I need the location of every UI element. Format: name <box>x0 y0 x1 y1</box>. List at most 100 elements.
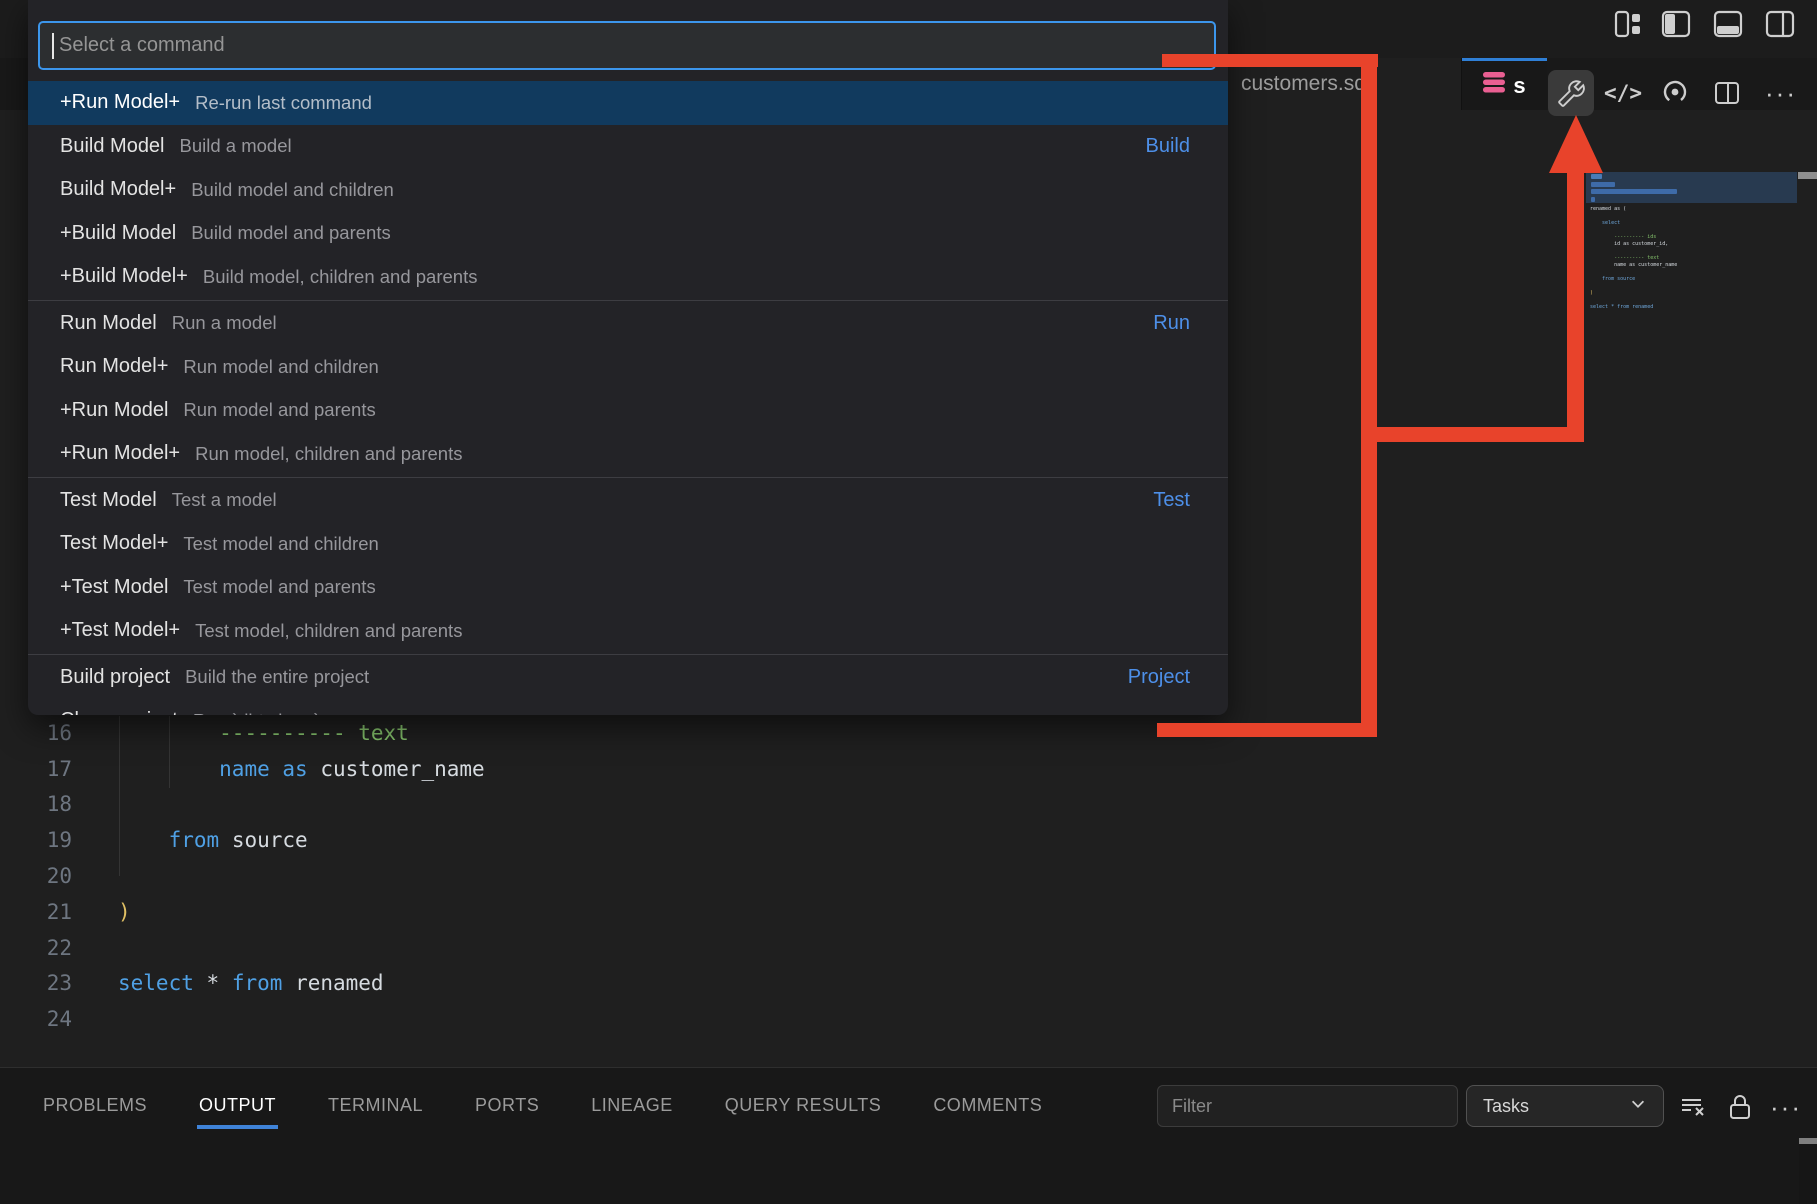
command-group-tag: Build <box>1146 135 1190 158</box>
command-item[interactable]: Build projectBuild the entire projectPro… <box>28 656 1228 700</box>
command-title: +Build Model+ <box>60 265 188 288</box>
tab-label: s <box>1513 73 1525 99</box>
line-number: 19 <box>0 828 72 852</box>
code-line: 16 ---------- text <box>0 715 1200 751</box>
command-item[interactable]: Run ModelRun a modelRun <box>28 302 1228 346</box>
command-item[interactable]: +Build ModelBuild model and parents <box>28 212 1228 256</box>
tasks-dropdown[interactable]: Tasks <box>1466 1085 1664 1127</box>
command-description: Test a model <box>172 489 277 511</box>
tasks-label: Tasks <box>1483 1096 1529 1117</box>
minimap-line <box>1590 227 1677 234</box>
command-item[interactable]: Test Model+Test model and children <box>28 522 1228 566</box>
editor-scrollbar[interactable] <box>1798 172 1817 179</box>
command-title: +Test Model+ <box>60 619 180 642</box>
code-text: ---------- text <box>118 721 409 745</box>
code-line: 22 <box>0 930 1200 966</box>
line-number: 16 <box>0 721 72 745</box>
command-item[interactable]: +Test Model+ Test model, children and par… <box>28 609 1228 653</box>
command-item[interactable]: +Test ModelTest model and parents <box>28 566 1228 610</box>
line-number: 23 <box>0 971 72 995</box>
toggle-panel-icon[interactable] <box>1711 8 1745 40</box>
panel-tab-comments[interactable]: COMMENTS <box>931 1083 1044 1129</box>
command-description: Run `dbt clean` <box>193 710 319 715</box>
command-title: Run Model+ <box>60 355 168 378</box>
toggle-secondary-sidebar-icon[interactable] <box>1763 8 1797 40</box>
minimap-line <box>1590 283 1677 290</box>
command-item[interactable]: Build ModelBuild a modelBuild <box>28 125 1228 169</box>
panel-tab-output[interactable]: OUTPUT <box>197 1083 278 1129</box>
code-editor[interactable]: 16 ---------- text17 name as customer_na… <box>0 715 1200 1037</box>
panel-tab-ports[interactable]: PORTS <box>473 1083 541 1129</box>
minimap-line: ---------- text <box>1590 255 1677 262</box>
panel-scrollbar-track <box>1799 1138 1817 1204</box>
code-line: 19 from source <box>0 822 1200 858</box>
panel-tab-terminal[interactable]: TERMINAL <box>326 1083 425 1129</box>
command-item[interactable]: Build Model+Build model and children <box>28 168 1228 212</box>
command-description: Run model and children <box>183 356 378 378</box>
annotation-arrow-bottom-segment <box>1157 723 1377 737</box>
minimap-line <box>1590 269 1677 276</box>
command-item[interactable]: Test ModelTest a modelTest <box>28 479 1228 523</box>
command-item[interactable]: Run Model+ Run model and children <box>28 345 1228 389</box>
more-actions-icon[interactable]: ··· <box>1756 70 1806 116</box>
customize-layout-icon[interactable] <box>1611 8 1645 40</box>
command-group-tag: Test <box>1153 489 1190 512</box>
database-icon <box>1483 71 1505 100</box>
command-description: Run a model <box>172 312 277 334</box>
toggle-primary-sidebar-icon[interactable] <box>1659 8 1693 40</box>
wrench-icon[interactable] <box>1548 70 1594 116</box>
line-number: 21 <box>0 900 72 924</box>
minimap-line <box>1590 213 1677 220</box>
command-title: +Run Model+ <box>60 442 180 465</box>
bottom-panel: PROBLEMS OUTPUT TERMINAL PORTS LINEAGE QUERY … <box>0 1067 1817 1204</box>
command-item[interactable]: +Run Model+Re-run last command <box>28 81 1228 125</box>
minimap-line: ) <box>1590 290 1677 297</box>
lock-icon[interactable] <box>1722 1090 1758 1124</box>
command-description: Test model, children and parents <box>195 620 462 642</box>
panel-tab-lineage[interactable]: LINEAGE <box>589 1083 675 1129</box>
minimap-line <box>1590 248 1677 255</box>
minimap[interactable]: renamed as ( select ---------- ids id as… <box>1590 206 1677 311</box>
code-line: 18 <box>0 787 1200 823</box>
command-item[interactable]: Clean projectRun `dbt clean` <box>28 699 1228 715</box>
command-title: Build project <box>60 666 170 689</box>
indent-guide <box>119 716 120 876</box>
command-description: Test model and parents <box>183 576 375 598</box>
line-number: 18 <box>0 792 72 816</box>
command-title: +Run Model+ <box>60 91 180 114</box>
panel-tab-problems[interactable]: PROBLEMS <box>41 1083 149 1129</box>
panel-tab-query-results[interactable]: QUERY RESULTS <box>723 1083 884 1129</box>
preview-icon[interactable] <box>1652 70 1698 116</box>
command-list: +Run Model+Re-run last command Build Mode… <box>28 81 1228 715</box>
text-caret <box>52 33 54 59</box>
split-editor-icon[interactable] <box>1704 70 1750 116</box>
annotation-arrow-branch-segment <box>1367 427 1577 442</box>
command-item[interactable]: +Build Model+Build model, children and p… <box>28 255 1228 299</box>
command-item[interactable]: +Run Model+Run model, children and paren… <box>28 432 1228 476</box>
code-line: 23select * from renamed <box>0 966 1200 1002</box>
command-input[interactable] <box>57 33 1214 58</box>
minimap-selection <box>1586 172 1797 203</box>
panel-scrollbar[interactable] <box>1799 1138 1817 1144</box>
panel-tab-bar: PROBLEMS OUTPUT TERMINAL PORTS LINEAGE QUERY … <box>41 1083 1044 1129</box>
compile-code-icon[interactable]: </> <box>1600 70 1646 116</box>
line-number: 20 <box>0 864 72 888</box>
minimap-line <box>1590 297 1677 304</box>
tab-active-file[interactable]: s <box>1462 58 1547 110</box>
clear-output-icon[interactable] <box>1675 1090 1711 1124</box>
more-icon[interactable]: ··· <box>1768 1090 1804 1124</box>
command-title: Build Model <box>60 135 165 158</box>
code-line: 17 name as customer_name <box>0 751 1200 787</box>
annotation-arrowhead <box>1549 115 1603 173</box>
code-text: from source <box>118 828 308 852</box>
annotation-arrow-shaft <box>1567 172 1584 442</box>
indent-guide <box>169 716 170 788</box>
command-title: Build Model+ <box>60 178 176 201</box>
command-description: Build model and parents <box>191 222 391 244</box>
filter-input[interactable] <box>1157 1085 1458 1127</box>
minimap-line: name as customer_name <box>1590 262 1677 269</box>
separator <box>28 477 1228 478</box>
command-title: Run Model <box>60 312 157 335</box>
command-item[interactable]: +Run ModelRun model and parents <box>28 389 1228 433</box>
minimap-line: id as customer_id, <box>1590 241 1677 248</box>
